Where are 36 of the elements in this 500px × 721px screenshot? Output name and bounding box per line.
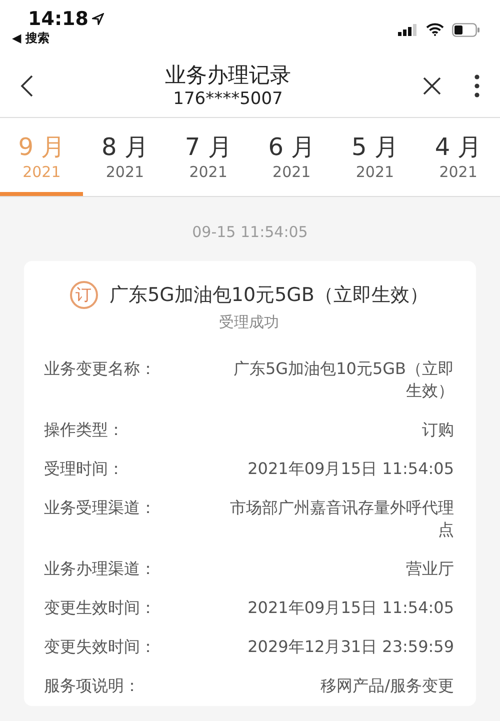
page-title: 业务办理记录: [165, 62, 291, 88]
field-label: 受理时间：: [44, 458, 124, 480]
field-value: 订购: [422, 419, 454, 441]
record-timestamp: 09-15 11:54:05: [191, 222, 309, 243]
field-label: 业务变更名称：: [44, 358, 156, 380]
field-value: 2029年12月31日 23:59:59: [248, 636, 454, 658]
clock-time: 14:18: [28, 8, 88, 30]
field-label: 变更生效时间：: [44, 597, 156, 619]
location-arrow-icon: [92, 13, 104, 25]
month-tab[interactable]: 7 月 2021: [166, 118, 250, 196]
battery-icon: [452, 22, 480, 36]
signal-icon: [398, 24, 418, 36]
field-label: 服务项说明：: [44, 675, 140, 697]
back-to-app-link[interactable]: ◀ 搜索: [12, 30, 104, 47]
record-status: 受理成功: [218, 313, 280, 332]
field-value: 广东5G加油包10元5GB（立即生效）: [232, 358, 454, 402]
field-value: 移网产品/服务变更: [320, 675, 454, 697]
wifi-icon: [426, 23, 444, 36]
record-title: 广东5G加油包10元5GB（立即生效）: [110, 283, 428, 308]
field-value: 2021年09月15日 11:54:05: [248, 597, 454, 619]
more-icon[interactable]: [474, 74, 480, 98]
month-tab[interactable]: 6 月 2021: [250, 118, 334, 196]
field-value: 2021年09月15日 11:54:05: [248, 458, 454, 480]
order-badge: 订: [70, 281, 98, 309]
field-value: 营业厅: [406, 558, 454, 580]
close-icon[interactable]: [422, 76, 442, 96]
field-label: 操作类型：: [44, 419, 124, 441]
back-icon[interactable]: [20, 74, 34, 98]
month-tab[interactable]: 5 月 2021: [333, 118, 417, 196]
field-value: 市场部广州嘉音讯存量外呼代理点: [229, 497, 454, 541]
field-label: 业务受理渠道：: [44, 497, 156, 519]
field-label: 变更失效时间：: [44, 636, 156, 658]
phone-number: 176****5007: [173, 88, 283, 110]
month-tab[interactable]: 8 月 2021: [83, 118, 167, 196]
month-tab[interactable]: 4 月 2021: [416, 118, 500, 196]
field-label: 业务办理渠道：: [44, 558, 156, 580]
